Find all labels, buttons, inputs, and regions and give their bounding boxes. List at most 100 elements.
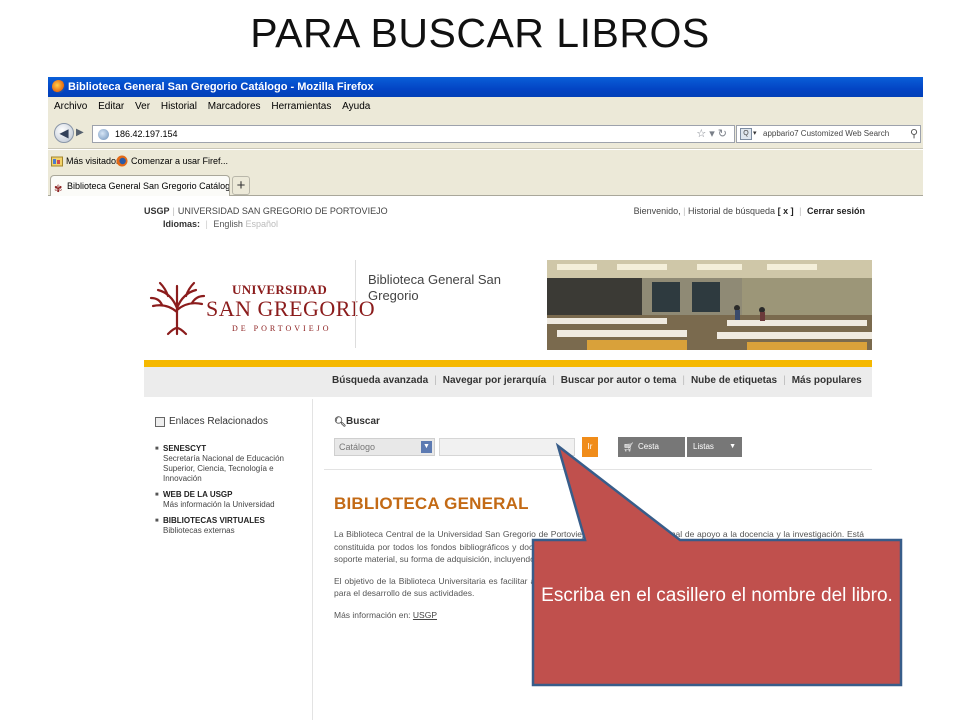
catalog-nav: Búsqueda avanzada | Navegar por jerarquía |… (144, 367, 872, 397)
language-spanish[interactable]: Español (245, 219, 278, 229)
search-label: Buscar (346, 416, 380, 427)
header-accent-bar (144, 360, 872, 367)
chevron-down-icon: ▼ (729, 443, 736, 450)
link-desc: Secretaría Nacional de Educación Superio… (163, 454, 284, 483)
nav-author-subject[interactable]: Buscar por autor o tema (561, 375, 677, 386)
languages-label: Idiomas: (163, 219, 201, 229)
web-page: USGP | UNIVERSIDAD SAN GREGORIO DE PORTOVI… (48, 196, 923, 720)
search-history-link[interactable]: Historial de búsqueda (688, 206, 775, 216)
dropdown-icon[interactable]: ▾ (709, 128, 718, 140)
language-english[interactable]: English (213, 219, 243, 229)
url-bar-actions: ☆▾↻ (696, 126, 730, 142)
star-icon[interactable]: ☆ (696, 128, 709, 140)
cart-label: Cesta (638, 442, 659, 451)
menu-editar[interactable]: Editar (98, 97, 124, 117)
link-name: WEB DE LA USGP (163, 490, 233, 499)
tree-favicon-icon: ✾ (54, 184, 63, 195)
sidebar-heading: Enlaces Relacionados (155, 416, 268, 427)
link-desc: Más información la Universidad (163, 500, 275, 509)
reload-icon[interactable]: ↻ (718, 128, 730, 140)
catalog-select-value: Catálogo (339, 442, 376, 452)
link-name: SENESCYT (163, 444, 207, 453)
menu-ayuda[interactable]: Ayuda (342, 97, 370, 117)
user-links: Bienvenido, | Historial de búsqueda [ x … (633, 206, 865, 216)
related-links: SENESCYT Secretaría Nacional de Educació… (155, 444, 285, 542)
top-university-bar: USGP | UNIVERSIDAD SAN GREGORIO DE PORTOVI… (144, 206, 388, 216)
forward-arrow-icon[interactable]: ▶ (76, 127, 90, 139)
content-body: La Biblioteca Central de la Universidad … (334, 528, 864, 630)
window-title: Biblioteca General San Gregorio Catálogo… (68, 81, 374, 93)
header-divider (355, 260, 356, 348)
university-link[interactable]: UNIVERSIDAD SAN GREGORIO DE PORTOVIEJO (178, 206, 388, 216)
web-search-input[interactable]: Q ▾ appbario7 Customized Web Search ⚲ (736, 125, 921, 143)
book-search-input[interactable] (439, 438, 575, 456)
sidebar-title-text: Enlaces Relacionados (169, 416, 268, 427)
paragraph-1: La Biblioteca Central de la Universidad … (334, 529, 864, 564)
navigation-toolbar: ◀ ▶ 186.42.197.154 ☆▾↻ Q ▾ appbario7 Cus… (48, 117, 923, 149)
welcome-text: Bienvenido, (633, 206, 681, 216)
link-desc: Bibliotecas externas (163, 526, 235, 535)
university-logo[interactable]: UNIVERSIDAD SAN GREGORIO DE PORTOVIEJO (148, 258, 375, 348)
search-icon[interactable]: ⚲ (910, 126, 918, 142)
menu-historial[interactable]: Historial (161, 97, 197, 117)
globe-icon (98, 129, 109, 140)
callout-text: Escriba en el casillero el nombre del li… (541, 585, 893, 606)
search-divider (324, 469, 872, 470)
lists-label: Listas (693, 442, 714, 451)
tab-bar: ✾ Biblioteca General San Gregorio Catálo… (48, 172, 923, 196)
menu-herramientas[interactable]: Herramientas (271, 97, 331, 117)
magnifier-icon: 🔍︎ (334, 417, 347, 428)
link-virtual-libraries[interactable]: BIBLIOTECAS VIRTUALES Bibliotecas extern… (155, 516, 285, 536)
usgp-more-link[interactable]: USGP (413, 610, 437, 620)
lists-button[interactable]: Listas ▼ (687, 437, 742, 457)
url-bar[interactable]: 186.42.197.154 ☆▾↻ (92, 125, 735, 143)
menu-ver[interactable]: Ver (135, 97, 150, 117)
library-photo (547, 260, 872, 350)
content-heading: BIBLIOTECA GENERAL (334, 494, 529, 513)
search-placeholder: appbario7 Customized Web Search (763, 129, 890, 138)
firefox-icon (116, 155, 128, 167)
library-name: Biblioteca General San Gregorio (368, 272, 501, 303)
chevron-down-icon[interactable]: ▾ (753, 126, 757, 142)
url-text: 186.42.197.154 (115, 129, 178, 139)
nav-tag-cloud[interactable]: Nube de etiquetas (691, 375, 777, 386)
go-button[interactable]: Ir (582, 437, 598, 457)
menu-archivo[interactable]: Archivo (54, 97, 87, 117)
tree-logo-icon (149, 281, 206, 336)
links-icon (155, 417, 165, 427)
bookmarks-folder-icon (51, 156, 63, 167)
logo-line-2: SAN GREGORIO (206, 296, 376, 321)
new-tab-button[interactable]: + (232, 176, 250, 195)
back-arrow-icon[interactable]: ◀ (54, 123, 74, 143)
search-engine-icon[interactable]: Q (740, 128, 752, 140)
nav-most-popular[interactable]: Más populares (792, 375, 862, 386)
usgp-link[interactable]: USGP (144, 206, 170, 216)
catalog-select[interactable]: Catálogo ▼ (334, 438, 435, 456)
tab-biblioteca[interactable]: ✾ Biblioteca General San Gregorio Catálo… (50, 175, 230, 196)
bookmark-label: Más visitados (66, 156, 121, 166)
bookmark-getting-started[interactable]: Comenzar a usar Firef... (116, 150, 228, 172)
link-web-usgp[interactable]: WEB DE LA USGP Más información la Univer… (155, 490, 285, 510)
search-heading: 🔍︎ Buscar (334, 416, 380, 428)
more-info-label: Más información en: (334, 609, 411, 620)
cart-icon: 🛒︎ (623, 442, 635, 452)
bookmarks-toolbar: Más visitados Comenzar a usar Firef... (48, 150, 923, 172)
bookmark-most-visited[interactable]: Más visitados (51, 150, 121, 172)
nav-browse-hierarchy[interactable]: Navegar por jerarquía (443, 375, 546, 386)
nav-advanced-search[interactable]: Búsqueda avanzada (332, 375, 428, 386)
bookmark-label: Comenzar a usar Firef... (131, 156, 229, 166)
cart-button[interactable]: 🛒︎ Cesta (618, 437, 685, 457)
firefox-logo-icon (52, 80, 65, 93)
menu-marcadores[interactable]: Marcadores (208, 97, 261, 117)
window-titlebar: Biblioteca General San Gregorio Catálogo… (48, 77, 923, 97)
slide-title: PARA BUSCAR LIBROS (250, 10, 710, 56)
logo-line-3: DE PORTOVIEJO (232, 324, 332, 333)
slide: PARA BUSCAR LIBROS Biblioteca General Sa… (0, 0, 960, 720)
language-selector: Idiomas: | English Español (163, 219, 278, 229)
tab-title: Biblioteca General San Gregorio Catálogo (67, 181, 230, 191)
link-senescyt[interactable]: SENESCYT Secretaría Nacional de Educació… (155, 444, 285, 484)
sidebar-divider (312, 399, 313, 720)
chevron-down-icon: ▼ (421, 441, 432, 453)
logout-link[interactable]: Cerrar sesión (807, 206, 865, 216)
clear-history-button[interactable]: [ x ] (778, 206, 794, 216)
